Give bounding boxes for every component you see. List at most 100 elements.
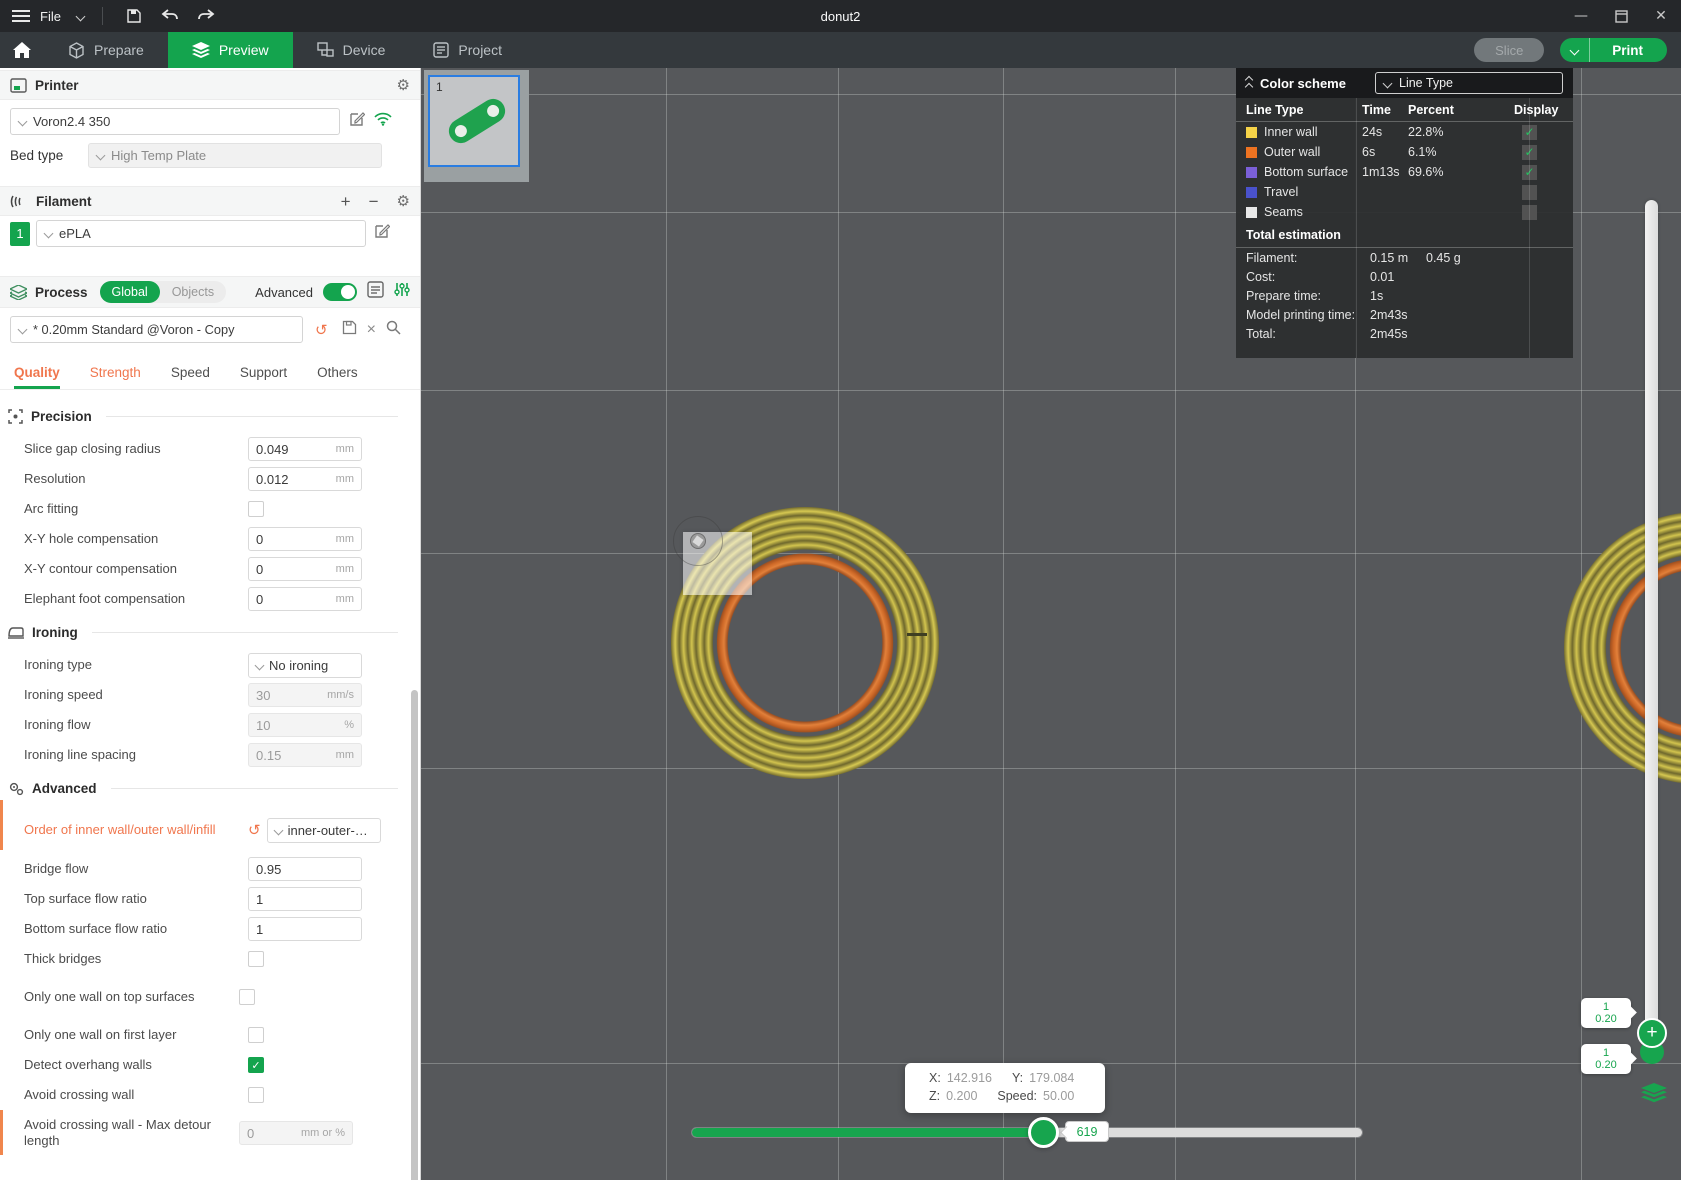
setting-input[interactable]: 0.049 mm bbox=[248, 437, 362, 461]
maximize-button[interactable] bbox=[1601, 0, 1641, 32]
chevron-down-icon bbox=[254, 660, 265, 670]
tab-quality[interactable]: Quality bbox=[14, 356, 60, 389]
preset-delete-icon[interactable]: × bbox=[367, 321, 376, 338]
section-advanced: Advanced bbox=[0, 770, 406, 806]
preset-reset-icon[interactable]: ↺ bbox=[315, 321, 328, 339]
move-slider-value-badge: 619 bbox=[1065, 1121, 1109, 1142]
setting-input[interactable]: 0.012 mm bbox=[248, 467, 362, 491]
chevron-down-icon bbox=[17, 324, 28, 335]
process-list-icon[interactable] bbox=[367, 281, 384, 303]
setting-checkbox[interactable]: ✓ bbox=[248, 951, 264, 967]
setting-input[interactable]: 0 mm bbox=[248, 527, 362, 551]
filament-select[interactable]: ePLA bbox=[36, 220, 366, 247]
setting-row: Arc fitting ✓ bbox=[0, 494, 406, 524]
filament-section-header[interactable]: Filament + − ⚙ bbox=[0, 186, 420, 216]
layer-slider-upper-handle[interactable]: + bbox=[1637, 1018, 1667, 1048]
setting-checkbox[interactable]: ✓ bbox=[248, 1027, 264, 1043]
printer-edit-icon[interactable] bbox=[349, 111, 366, 132]
setting-input: 0 mm or % bbox=[239, 1121, 353, 1145]
chevron-down-icon bbox=[1382, 78, 1393, 88]
file-menu-chevron-icon[interactable] bbox=[75, 11, 86, 21]
reset-setting-icon[interactable]: ↺ bbox=[248, 821, 261, 839]
filament-slot-badge: 1 bbox=[10, 221, 30, 246]
remove-filament-button[interactable]: − bbox=[369, 193, 379, 210]
section-precision: Precision bbox=[0, 398, 406, 434]
window-title: donut2 bbox=[820, 8, 861, 24]
tab-others[interactable]: Others bbox=[317, 356, 358, 389]
printer-select[interactable]: Voron2.4 350 bbox=[10, 108, 340, 135]
setting-input: 0.15 mm bbox=[248, 743, 362, 767]
process-objects-pill[interactable]: Objects bbox=[160, 281, 226, 303]
app-window: File donut2 — ✕ Prepare Preview Device P… bbox=[0, 0, 1681, 1180]
setting-select[interactable]: No ironing bbox=[248, 652, 362, 678]
process-section-title: Process bbox=[35, 284, 88, 300]
filament-edit-icon[interactable] bbox=[374, 223, 391, 244]
divider bbox=[1356, 98, 1357, 358]
plate-thumbnail-selected[interactable]: 1 bbox=[428, 75, 520, 167]
setting-select[interactable]: inner-outer-… bbox=[266, 817, 381, 843]
slice-button[interactable]: Slice bbox=[1474, 38, 1545, 62]
bed-type-select[interactable]: High Temp Plate bbox=[88, 143, 382, 168]
tab-strength[interactable]: Strength bbox=[90, 356, 141, 389]
setting-input[interactable]: 0 mm bbox=[248, 587, 362, 611]
print-dropdown[interactable] bbox=[1560, 38, 1591, 62]
file-menu[interactable]: File bbox=[40, 9, 61, 24]
setting-checkbox[interactable]: ✓ bbox=[248, 1087, 264, 1103]
total-row: Model printing time: 2m43s bbox=[1246, 307, 1408, 322]
minimize-button[interactable]: — bbox=[1561, 0, 1601, 32]
setting-row: Avoid crossing wall - Max detour length … bbox=[0, 1110, 406, 1156]
printer-settings-gear-icon[interactable]: ⚙ bbox=[397, 76, 410, 94]
printer-connection-wifi-icon[interactable] bbox=[374, 112, 392, 131]
printer-section-header[interactable]: Printer ⚙ bbox=[0, 70, 420, 100]
settings-scrollbar[interactable] bbox=[411, 690, 418, 1180]
move-slider-handle[interactable] bbox=[1028, 1117, 1059, 1148]
preset-select[interactable]: * 0.20mm Standard @Voron - Copy bbox=[10, 316, 303, 343]
process-global-pill[interactable]: Global bbox=[99, 281, 160, 303]
process-parameters-icon[interactable] bbox=[394, 281, 410, 303]
save-icon[interactable] bbox=[121, 5, 147, 27]
tab-speed[interactable]: Speed bbox=[171, 356, 210, 389]
collapse-panel-icon[interactable] bbox=[1244, 75, 1254, 91]
setting-input[interactable]: 1 bbox=[248, 917, 362, 941]
setting-checkbox[interactable]: ✓ bbox=[248, 1057, 264, 1073]
home-button[interactable] bbox=[0, 32, 44, 68]
print-button[interactable]: Print bbox=[1560, 38, 1667, 62]
divider bbox=[1529, 98, 1530, 358]
layer-slider-track[interactable] bbox=[1645, 200, 1658, 1046]
setting-input[interactable]: 0 mm bbox=[248, 557, 362, 581]
process-section-header: Process Global Objects Advanced bbox=[0, 276, 420, 308]
prepare-cube-icon bbox=[69, 41, 84, 59]
total-row: Prepare time: 1s bbox=[1246, 288, 1384, 303]
view-mode-select[interactable]: Line Type bbox=[1375, 72, 1563, 94]
tab-prepare[interactable]: Prepare bbox=[44, 32, 168, 68]
seam-marker bbox=[907, 633, 927, 636]
setting-checkbox[interactable]: ✓ bbox=[239, 989, 255, 1005]
preview-viewport[interactable]: 1 Color scheme Line Type Line Type Time bbox=[421, 68, 1681, 1180]
setting-row: Ironing flow 10% bbox=[0, 710, 406, 740]
filament-section-title: Filament bbox=[36, 193, 92, 209]
hamburger-icon[interactable] bbox=[12, 10, 30, 22]
layers-view-icon[interactable] bbox=[1641, 1083, 1667, 1110]
titlebar: File donut2 — ✕ bbox=[0, 0, 1681, 32]
tab-support[interactable]: Support bbox=[240, 356, 287, 389]
tab-project[interactable]: Project bbox=[409, 32, 526, 68]
filament-settings-gear-icon[interactable]: ⚙ bbox=[397, 192, 410, 210]
move-slider-track[interactable] bbox=[692, 1128, 1362, 1137]
preset-save-icon[interactable] bbox=[342, 320, 357, 340]
undo-icon[interactable] bbox=[157, 5, 183, 27]
printer-row: Voron2.4 350 bbox=[0, 108, 420, 135]
setting-checkbox[interactable]: ✓ bbox=[248, 501, 264, 517]
redo-icon[interactable] bbox=[193, 5, 219, 27]
chevron-down-icon bbox=[273, 825, 284, 835]
preset-search-icon[interactable] bbox=[386, 320, 401, 340]
tab-device[interactable]: Device bbox=[293, 32, 410, 68]
close-button[interactable]: ✕ bbox=[1641, 0, 1681, 32]
setting-input[interactable]: 0.95 bbox=[248, 857, 362, 881]
travel-color-swatch bbox=[1246, 186, 1257, 198]
modified-marker bbox=[0, 1110, 3, 1155]
add-filament-button[interactable]: + bbox=[341, 193, 351, 210]
tab-preview[interactable]: Preview bbox=[167, 32, 293, 68]
advanced-toggle[interactable] bbox=[323, 283, 357, 301]
plate-thumbnail[interactable]: 1 bbox=[424, 70, 529, 182]
setting-input[interactable]: 1 bbox=[248, 887, 362, 911]
